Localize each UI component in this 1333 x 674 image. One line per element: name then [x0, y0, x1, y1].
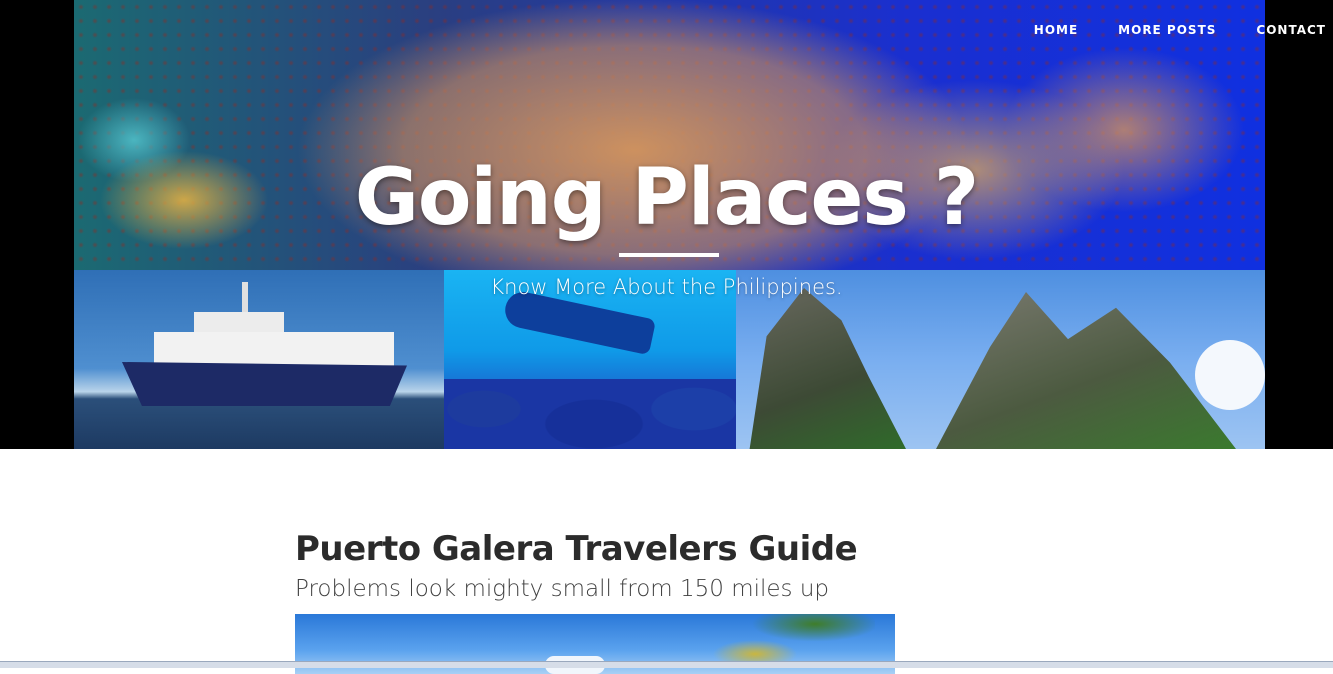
title-divider: [619, 253, 719, 257]
post-subtitle: Problems look mighty small from 150 mile…: [295, 576, 830, 602]
post-title-link[interactable]: Puerto Galera Travelers Guide: [295, 526, 915, 572]
post-preview: Puerto Galera Travelers Guide Problems l…: [295, 526, 915, 606]
site-subtitle: Know More About the Philippines.: [490, 275, 843, 299]
nav-contact-link[interactable]: CONTACT: [1256, 20, 1326, 40]
site-title: Going Places ?: [354, 153, 979, 243]
nav-more-posts-link[interactable]: MORE POSTS: [1118, 20, 1216, 40]
nav-home-link[interactable]: HOME: [1034, 20, 1078, 40]
hero-header: HOME MORE POSTS CONTACT Going Places ? K…: [0, 0, 1333, 449]
main-nav: HOME MORE POSTS CONTACT: [1034, 20, 1326, 40]
